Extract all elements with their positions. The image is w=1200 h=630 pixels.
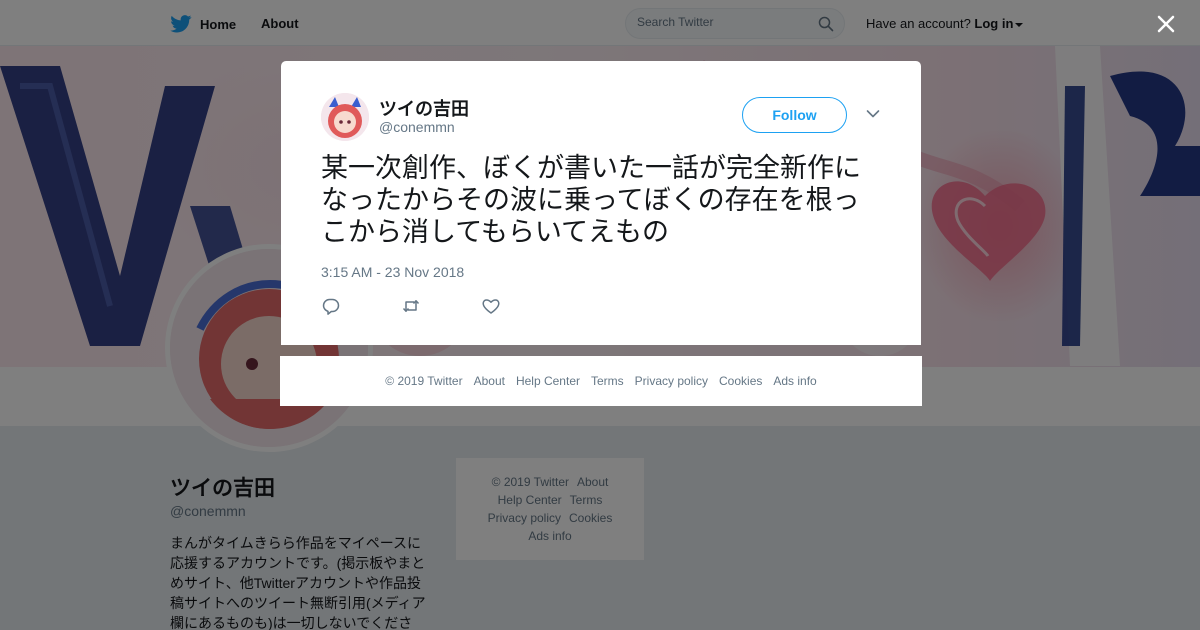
modal-footer-about-link[interactable]: About: [474, 374, 505, 388]
modal-footer-help-link[interactable]: Help Center: [516, 374, 580, 388]
modal-footer-cookies-link[interactable]: Cookies: [719, 374, 762, 388]
tweet-author-avatar[interactable]: [321, 93, 369, 141]
reply-icon[interactable]: [321, 296, 341, 316]
modal-footer-ads-link[interactable]: Ads info: [773, 374, 816, 388]
chevron-down-icon[interactable]: [866, 109, 880, 119]
retweet-icon[interactable]: [401, 296, 421, 316]
tweet-modal: ツイの吉田 @conemmn Follow 某一次創作、ぼくが書いた一話が完全新…: [281, 61, 921, 345]
tweet-timestamp[interactable]: 3:15 AM - 23 Nov 2018: [321, 264, 464, 280]
heart-icon[interactable]: [481, 296, 501, 316]
modal-footer-terms-link[interactable]: Terms: [591, 374, 624, 388]
tweet-author-handle[interactable]: @conemmn: [379, 119, 455, 135]
modal-footer-copyright: © 2019 Twitter: [385, 374, 463, 388]
tweet-text: 某一次創作、ぼくが書いた一話が完全新作になったからその波に乗ってぼくの存在を根っ…: [321, 153, 861, 248]
modal-footer: © 2019 Twitter About Help Center Terms P…: [280, 356, 922, 406]
follow-button[interactable]: Follow: [742, 97, 847, 133]
close-icon[interactable]: [1152, 10, 1180, 38]
modal-footer-privacy-link[interactable]: Privacy policy: [635, 374, 708, 388]
tweet-author-avatar-image: [321, 93, 369, 141]
tweet-author-name[interactable]: ツイの吉田: [379, 95, 469, 121]
